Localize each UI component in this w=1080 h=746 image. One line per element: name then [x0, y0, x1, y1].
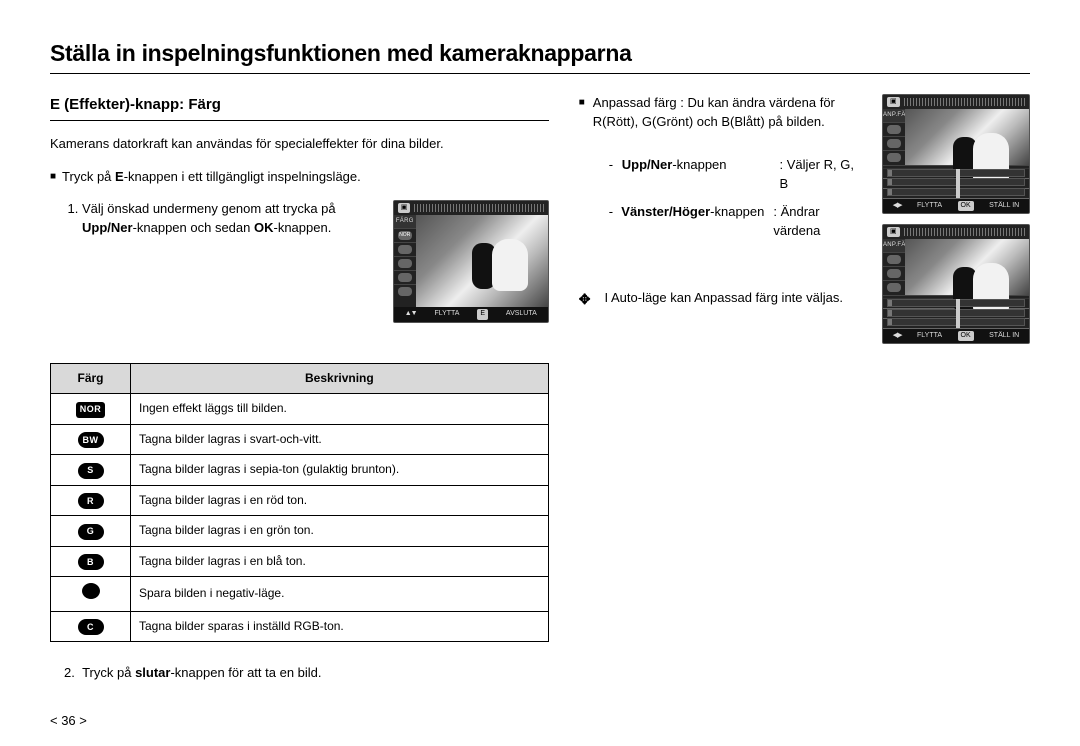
cam1-live-view	[416, 215, 548, 307]
color-icon-cell: BW	[51, 424, 131, 455]
step-2: 2. Tryck på slutar-knappen för att ta en…	[50, 664, 549, 683]
c-chip-icon: C	[78, 619, 104, 635]
color-icon-cell: B	[51, 546, 131, 577]
bw-chip-icon: BW	[78, 432, 104, 448]
ctl-updown: - Upp/Ner-knappen : Väljer R, G, B	[609, 156, 860, 194]
r-chip-icon	[398, 273, 412, 282]
s-chip-icon	[398, 259, 412, 268]
cam2-footer-move: FLYTTA	[917, 201, 942, 211]
table-row: Spara bilden i negativ-läge.	[51, 577, 549, 611]
color-icon-cell: S	[51, 455, 131, 486]
color-table: Färg Beskrivning NOR Ingen effekt läggs t…	[50, 363, 549, 643]
r-chip-icon: R	[78, 493, 104, 509]
color-desc-cell: Tagna bilder sparas i inställd RGB-ton.	[131, 611, 549, 642]
camera-screenshot-2: ▣ ANP.FÄRG	[882, 94, 1030, 214]
cam1-footer-exit: AVSLUTA	[506, 309, 537, 319]
mode-badge-icon: ▣	[398, 203, 411, 213]
histogram-icon	[904, 98, 1025, 106]
bullet-text: Tryck på E-knappen i ett tillgängligt in…	[62, 168, 361, 187]
th-color: Färg	[51, 363, 131, 393]
camera-screenshot-3: ▣ ANP.FÄRG	[882, 224, 1030, 344]
updown-arrows-icon: ▲▼	[405, 309, 417, 319]
page-title: Ställa in inspelningsfunktionen med kame…	[50, 40, 1030, 67]
right-column: ▣ ANP.FÄRG	[579, 94, 1030, 683]
color-desc-cell: Tagna bilder lagras i en röd ton.	[131, 485, 549, 516]
color-desc-cell: Tagna bilder lagras i en blå ton.	[131, 546, 549, 577]
cam3-footer-move: FLYTTA	[917, 331, 942, 341]
ctl-leftright: - Vänster/Höger-knappen : Ändrar värdena	[609, 203, 860, 241]
intro-text: Kamerans datorkraft kan användas för spe…	[50, 135, 549, 154]
table-row: C Tagna bilder sparas i inställd RGB-ton.	[51, 611, 549, 642]
mode-badge-icon: ▣	[887, 97, 900, 107]
cam1-sidebar-label: FÄRG	[394, 215, 416, 228]
color-desc-cell: Tagna bilder lagras i svart-och-vitt.	[131, 424, 549, 455]
mode-badge-icon: ▣	[887, 227, 900, 237]
cam3-live-view	[905, 239, 1029, 295]
negative-chip-icon	[82, 583, 100, 599]
table-row: B Tagna bilder lagras i en blå ton.	[51, 546, 549, 577]
cam2-footer-set: STÄLL IN	[989, 201, 1019, 211]
table-row: R Tagna bilder lagras i en röd ton.	[51, 485, 549, 516]
square-bullet-icon: ■	[579, 94, 585, 132]
chip-icon	[887, 255, 901, 264]
chip-icon	[887, 139, 901, 148]
square-bullet-icon: ■	[50, 168, 56, 187]
color-icon-cell: G	[51, 516, 131, 547]
rgb-sliders	[883, 165, 1029, 199]
info-cross-icon: ✥	[579, 289, 591, 309]
cam3-sidebar-label: ANP.FÄRG	[883, 239, 905, 252]
cam2-live-view	[905, 109, 1029, 165]
color-desc-cell: Tagna bilder lagras i sepia-ton (gulakti…	[131, 455, 549, 486]
chip-icon	[887, 283, 901, 292]
section-title: E (Effekter)-knapp: Färg	[50, 94, 549, 121]
color-desc-cell: Ingen effekt läggs till bilden.	[131, 393, 549, 424]
page-number: < 36 >	[50, 713, 87, 728]
color-icon-cell: NOR	[51, 393, 131, 424]
content-columns: E (Effekter)-knapp: Färg Kamerans datork…	[50, 94, 1030, 683]
table-row: BW Tagna bilder lagras i svart-och-vitt.	[51, 424, 549, 455]
cross-arrows-icon: ◀▶	[893, 201, 902, 211]
left-column: E (Effekter)-knapp: Färg Kamerans datork…	[50, 94, 549, 683]
color-icon-cell: R	[51, 485, 131, 516]
cross-arrows-icon: ◀▶	[893, 331, 902, 341]
g-chip-icon	[398, 287, 412, 296]
b-chip-icon: B	[78, 554, 104, 570]
cam3-footer-set: STÄLL IN	[989, 331, 1019, 341]
page-header: Ställa in inspelningsfunktionen med kame…	[50, 40, 1030, 74]
step1-block: ▣ FÄRG NOR	[50, 200, 549, 332]
info-note-text: I Auto-läge kan Anpassad färg inte välja…	[604, 289, 843, 309]
color-icon-cell: C	[51, 611, 131, 642]
nor-chip-icon: NOR	[398, 231, 412, 240]
color-desc-cell: Spara bilden i negativ-läge.	[131, 577, 549, 611]
table-row: G Tagna bilder lagras i en grön ton.	[51, 516, 549, 547]
bw-chip-icon	[398, 245, 412, 254]
table-row: NOR Ingen effekt läggs till bilden.	[51, 393, 549, 424]
g-chip-icon: G	[78, 524, 104, 540]
cam2-sidebar-label: ANP.FÄRG	[883, 109, 905, 122]
chip-icon	[887, 153, 901, 162]
nor-chip-icon: NOR	[76, 402, 106, 418]
right-camera-stack: ▣ ANP.FÄRG	[882, 94, 1030, 344]
table-row: S Tagna bilder lagras i sepia-ton (gulakt…	[51, 455, 549, 486]
bullet-press-e: ■ Tryck på E-knappen i ett tillgängligt …	[50, 168, 549, 187]
th-desc: Beskrivning	[131, 363, 549, 393]
histogram-icon	[414, 204, 543, 212]
rgb-sliders	[883, 295, 1029, 329]
cam1-footer-mid: E	[477, 309, 488, 319]
histogram-icon	[904, 228, 1025, 236]
color-icon-cell	[51, 577, 131, 611]
cam3-footer-mid: OK	[958, 331, 974, 341]
cam1-footer-move: FLYTTA	[434, 309, 459, 319]
camera-screenshot-1: ▣ FÄRG NOR	[393, 200, 549, 322]
custom-color-text: Anpassad färg : Du kan ändra värdena för…	[593, 94, 860, 132]
s-chip-icon: S	[78, 463, 104, 479]
color-desc-cell: Tagna bilder lagras i en grön ton.	[131, 516, 549, 547]
cam2-footer-mid: OK	[958, 201, 974, 211]
chip-icon	[887, 269, 901, 278]
chip-icon	[887, 125, 901, 134]
